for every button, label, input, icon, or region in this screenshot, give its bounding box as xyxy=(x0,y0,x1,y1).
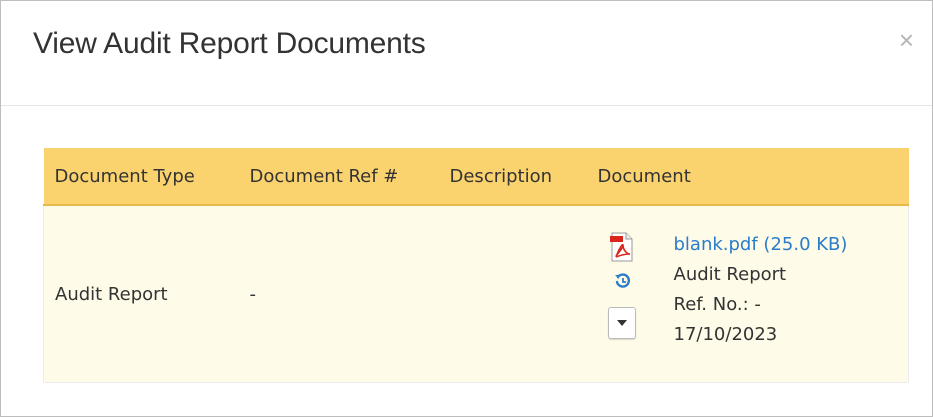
document-ref-no: Ref. No.: - xyxy=(673,294,761,315)
documents-table: Document Type Document Ref # Description… xyxy=(43,148,909,383)
cell-document: blank.pdf (25.0 KB) Audit Report Ref. No… xyxy=(587,205,909,383)
column-header-document-type: Document Type xyxy=(43,148,240,206)
cell-document-ref: - xyxy=(239,205,440,383)
cell-description xyxy=(439,205,588,383)
history-icon[interactable] xyxy=(614,272,632,290)
document-cell-content: blank.pdf (25.0 KB) Audit Report Ref. No… xyxy=(598,206,899,382)
modal-title: View Audit Report Documents xyxy=(33,27,426,60)
modal-header: View Audit Report Documents × xyxy=(1,1,932,106)
pdf-file-icon[interactable] xyxy=(609,232,634,262)
table-header-row: Document Type Document Ref # Description… xyxy=(43,148,909,206)
audit-documents-modal: View Audit Report Documents × Document T… xyxy=(0,0,933,417)
document-options-dropdown[interactable] xyxy=(607,307,636,339)
cell-document-type: Audit Report xyxy=(43,205,240,383)
column-header-document: Document xyxy=(587,148,909,206)
close-button[interactable]: × xyxy=(899,27,914,53)
document-download-link[interactable]: blank.pdf (25.0 KB) xyxy=(674,234,848,255)
caret-down-icon xyxy=(616,320,627,326)
document-date: 17/10/2023 xyxy=(673,324,778,345)
document-name: Audit Report xyxy=(673,264,787,285)
document-info: blank.pdf (25.0 KB) Audit Report Ref. No… xyxy=(674,230,848,350)
column-header-document-ref: Document Ref # xyxy=(239,148,440,206)
table-row: Audit Report - blank.pdf (25.0 KB) Audit… xyxy=(43,205,909,383)
column-header-description: Description xyxy=(439,148,588,206)
